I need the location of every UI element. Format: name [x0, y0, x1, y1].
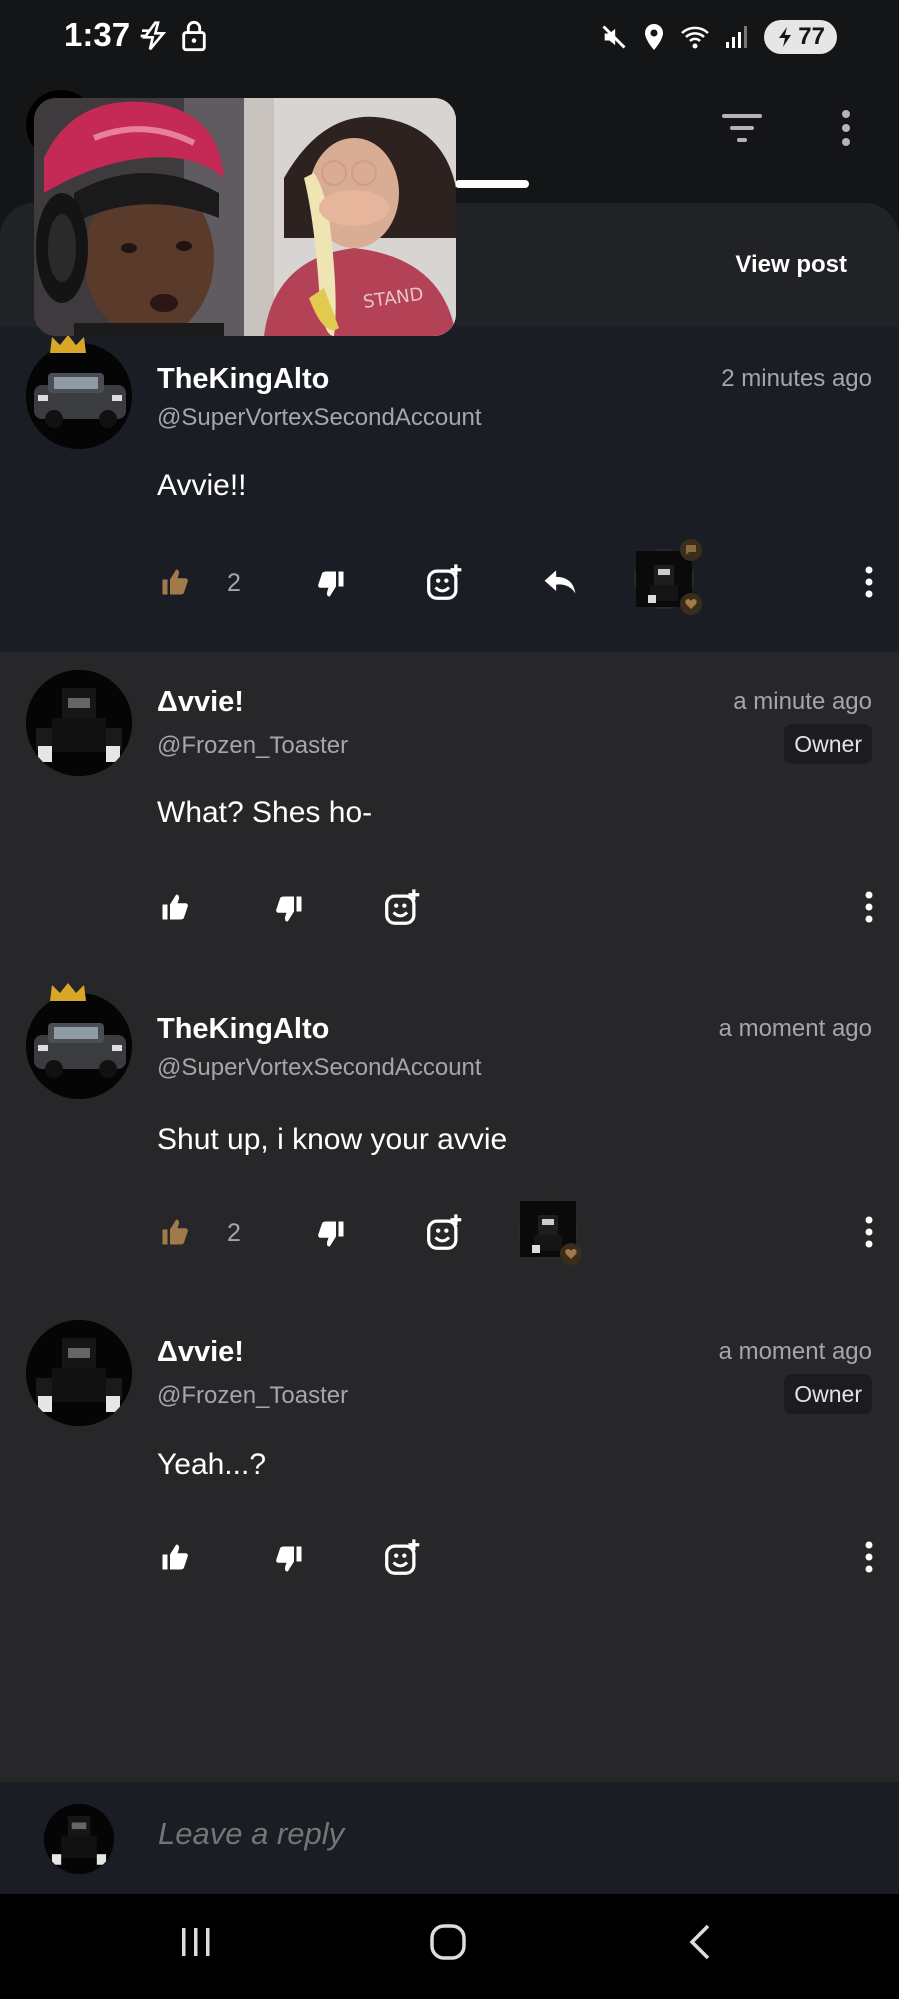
thumbs-up-icon[interactable]: [160, 1217, 190, 1247]
comment-author[interactable]: Δvvie!: [157, 686, 244, 719]
comment-author[interactable]: TheKingAlto: [157, 363, 329, 396]
home-icon[interactable]: [428, 1922, 468, 1962]
avatar[interactable]: [26, 1320, 132, 1426]
comment-handle[interactable]: @Frozen_Toaster: [157, 1382, 348, 1410]
thumbs-up-icon[interactable]: [160, 1542, 190, 1572]
crown-icon: [50, 983, 86, 1001]
add-reaction-icon[interactable]: [426, 563, 464, 601]
more-vertical-icon[interactable]: [863, 890, 875, 924]
pip-video[interactable]: STAND: [34, 98, 456, 336]
wifi-icon: [681, 26, 710, 49]
comment-time: 2 minutes ago: [721, 365, 872, 392]
comment-text: Avvie!!: [157, 469, 247, 502]
comment-actions: 2: [0, 1199, 899, 1265]
crown-icon: [50, 335, 86, 353]
thumbs-up-icon[interactable]: [160, 892, 190, 922]
owner-badge: Owner: [784, 1374, 872, 1414]
charging-icon: [779, 27, 792, 47]
comment-time: a moment ago: [718, 1338, 872, 1365]
reply-input[interactable]: [158, 1816, 808, 1852]
location-icon: [645, 24, 664, 50]
avatar[interactable]: [26, 670, 132, 776]
comment-item: TheKingAlto @SuperVortexSecondAccount 2 …: [0, 327, 899, 652]
owner-badge: Owner: [784, 724, 872, 764]
thumbs-down-icon[interactable]: [274, 1544, 304, 1574]
more-vertical-icon[interactable]: [836, 108, 856, 148]
comment-item: Δvvie! @Frozen_Toaster a minute ago Owne…: [0, 652, 899, 977]
system-nav-bar: [0, 1894, 899, 1999]
filter-icon[interactable]: [720, 110, 764, 146]
back-icon[interactable]: [686, 1922, 714, 1962]
thumbs-down-icon[interactable]: [274, 894, 304, 924]
status-right-icons: 77: [600, 20, 837, 54]
status-bar: 1:37 77: [0, 0, 899, 80]
comment-text: Shut up, i know your avvie: [157, 1123, 508, 1156]
more-vertical-icon[interactable]: [863, 1215, 875, 1249]
comment-item: Δvvie! @Frozen_Toaster a moment ago Owne…: [0, 1302, 899, 1782]
thumbs-down-icon[interactable]: [316, 569, 346, 599]
comment-author[interactable]: Δvvie!: [157, 1336, 244, 1369]
mute-icon: [602, 25, 626, 49]
reply-bar: [0, 1782, 899, 1894]
comment-text: Yeah...?: [157, 1448, 266, 1481]
comment-actions: [0, 878, 899, 938]
status-time: 1:37: [64, 16, 131, 53]
reaction-avatar[interactable]: [518, 1199, 582, 1265]
comment-handle[interactable]: @Frozen_Toaster: [157, 732, 348, 760]
avatar[interactable]: [44, 1804, 114, 1874]
avatar[interactable]: [26, 993, 132, 1099]
more-vertical-icon[interactable]: [863, 1540, 875, 1574]
comment-handle[interactable]: @SuperVortexSecondAccount: [157, 404, 482, 432]
comment-reaction-badge: [680, 539, 702, 561]
comment-time: a minute ago: [733, 688, 872, 715]
more-vertical-icon[interactable]: [863, 565, 875, 599]
comment-author[interactable]: TheKingAlto: [157, 1013, 329, 1046]
comment-text: What? Shes ho-: [157, 796, 373, 829]
avatar[interactable]: [26, 343, 132, 449]
reply-icon[interactable]: [542, 567, 578, 597]
add-reaction-icon[interactable]: [426, 1213, 464, 1251]
battery-indicator: 77: [764, 20, 837, 54]
lightning-icon: [140, 21, 167, 51]
comment-handle[interactable]: @SuperVortexSecondAccount: [157, 1054, 482, 1082]
heart-reaction-badge: [560, 1243, 582, 1265]
video-frame-right: STAND: [244, 98, 456, 336]
lock-icon: [182, 20, 206, 52]
view-post-button[interactable]: View post: [735, 251, 847, 279]
like-count: 2: [227, 1219, 241, 1247]
reaction-avatar[interactable]: [634, 539, 702, 615]
signal-icon: [726, 26, 748, 48]
comment-item: TheKingAlto @SuperVortexSecondAccount a …: [0, 977, 899, 1302]
video-frame-left: [34, 98, 244, 336]
battery-level: 77: [798, 23, 825, 50]
add-reaction-icon[interactable]: [384, 888, 422, 926]
recent-apps-icon[interactable]: [178, 1922, 214, 1962]
add-reaction-icon[interactable]: [384, 1538, 422, 1576]
comment-actions: 2: [0, 539, 899, 615]
thumbs-down-icon[interactable]: [316, 1219, 346, 1249]
tab-indicator: [455, 180, 529, 188]
comment-time: a moment ago: [718, 1015, 872, 1042]
like-count: 2: [227, 569, 241, 597]
heart-reaction-badge: [680, 593, 702, 615]
status-left-icons: [138, 20, 208, 52]
thumbs-up-icon[interactable]: [160, 567, 190, 597]
comment-actions: [0, 1528, 899, 1588]
